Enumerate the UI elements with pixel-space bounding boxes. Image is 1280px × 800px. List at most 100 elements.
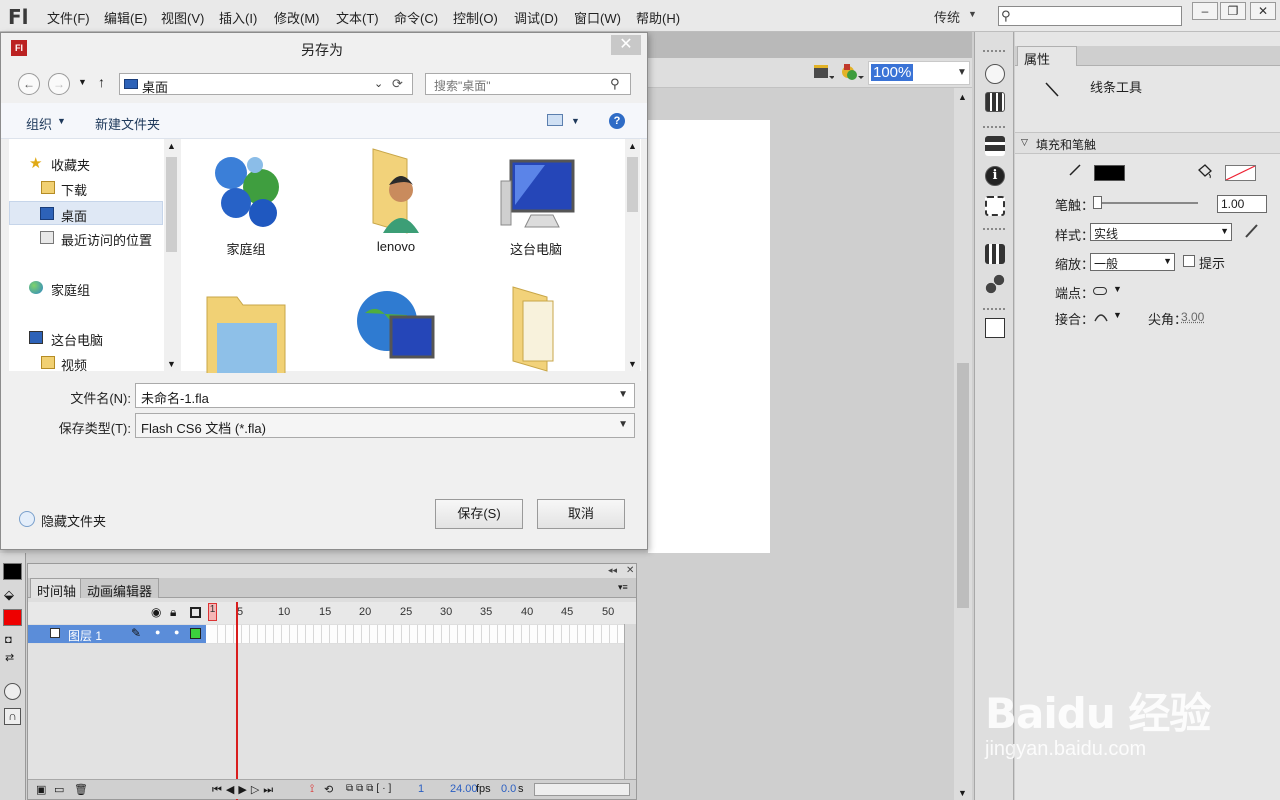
menu-view[interactable]: 视图(V) bbox=[161, 8, 204, 27]
panel-menu-icon[interactable]: ▾≡ bbox=[618, 582, 628, 593]
file-item-user[interactable]: lenovo bbox=[331, 139, 451, 257]
layer-row[interactable]: 图层 1 ✎ ● ● bbox=[28, 625, 636, 643]
motion-presets-icon[interactable] bbox=[985, 274, 1005, 294]
center-frame-icon[interactable]: ⟟ bbox=[310, 783, 314, 796]
scale-dropdown[interactable]: 一般 ▼ bbox=[1090, 253, 1175, 271]
timeline-ruler[interactable]: ◉ 🔒︎ 1 5 10 15 20 25 30 35 40 45 50 bbox=[28, 602, 636, 624]
help-search-input[interactable]: ⚲ bbox=[998, 6, 1182, 26]
new-layer-icon[interactable]: ▣ bbox=[36, 783, 46, 796]
tab-timeline[interactable]: 时间轴 bbox=[30, 578, 84, 599]
miter-value[interactable]: 3.00 bbox=[1181, 310, 1204, 324]
menu-insert[interactable]: 插入(I) bbox=[219, 8, 257, 27]
folder-search-input[interactable]: 搜索"桌面" ⚲ bbox=[425, 73, 631, 95]
menu-file[interactable]: 文件(F) bbox=[47, 8, 90, 27]
filename-value[interactable]: 未命名-1.fla bbox=[141, 391, 209, 406]
dialog-close-button[interactable]: ✕ bbox=[611, 35, 641, 55]
chevron-down-icon[interactable]: ▼ bbox=[57, 116, 66, 126]
scroll-down-icon[interactable]: ▼ bbox=[628, 359, 637, 369]
fill-color-swatch[interactable] bbox=[1225, 165, 1256, 181]
join-dropdown[interactable]: ▼ bbox=[1093, 310, 1125, 323]
filename-input[interactable]: 未命名-1.fla ▼ bbox=[135, 383, 635, 408]
horizontal-scrollbar[interactable] bbox=[534, 783, 630, 796]
current-frame[interactable]: 1 bbox=[418, 783, 424, 795]
frame-rate[interactable]: 24.00 bbox=[450, 783, 478, 795]
layer-name[interactable]: 图层 1 bbox=[68, 627, 102, 644]
frames-strip[interactable] bbox=[210, 625, 630, 643]
snap-icon[interactable]: ∩ bbox=[4, 708, 21, 725]
menu-modify[interactable]: 修改(M) bbox=[274, 8, 320, 27]
edit-stroke-style-icon[interactable] bbox=[1243, 222, 1261, 240]
swap-colors-icon[interactable]: ⇄ bbox=[5, 651, 14, 664]
nav-item-videos[interactable]: 视频 bbox=[9, 351, 163, 375]
chevron-down-icon[interactable]: ▼ bbox=[968, 9, 977, 19]
nav-item-this-pc[interactable]: 这台电脑 bbox=[9, 326, 163, 350]
back-button[interactable]: ← bbox=[18, 73, 40, 95]
file-item-this-pc[interactable]: 这台电脑 bbox=[471, 139, 591, 257]
frame-tick-current[interactable]: 1 bbox=[208, 603, 217, 621]
object-drawing-icon[interactable] bbox=[4, 683, 21, 700]
scroll-down-icon[interactable]: ▼ bbox=[167, 359, 176, 369]
panel-grip[interactable] bbox=[983, 228, 1005, 230]
symbol-icon[interactable] bbox=[840, 62, 864, 82]
menu-text[interactable]: 文本(T) bbox=[336, 8, 379, 27]
scene-icon[interactable] bbox=[812, 62, 834, 82]
zoom-value[interactable]: 100% bbox=[871, 64, 914, 81]
view-options-icon[interactable] bbox=[547, 114, 563, 126]
close-panel-icon[interactable]: ✕ bbox=[626, 565, 634, 576]
stage-vertical-scrollbar[interactable]: ▲ ▼ bbox=[954, 88, 972, 800]
library-icon[interactable] bbox=[985, 244, 1005, 264]
filetype-dropdown[interactable]: Flash CS6 文档 (*.fla) ▼ bbox=[135, 413, 635, 438]
close-button[interactable]: ✕ bbox=[1250, 2, 1276, 20]
menu-edit[interactable]: 编辑(E) bbox=[104, 8, 147, 27]
timeline-scrollbar[interactable] bbox=[624, 624, 636, 779]
file-pane-scrollbar[interactable]: ▲ ▼ bbox=[625, 139, 640, 371]
scroll-up-icon[interactable]: ▲ bbox=[958, 92, 967, 102]
search-icon[interactable]: ⚲ bbox=[610, 76, 620, 92]
stroke-color-swatch[interactable] bbox=[1094, 165, 1125, 181]
tab-properties[interactable]: 属性 bbox=[1017, 46, 1077, 67]
chevron-down-icon[interactable]: ▼ bbox=[618, 389, 628, 400]
layer-outline-color[interactable] bbox=[190, 628, 201, 639]
address-text[interactable]: 桌面 bbox=[142, 77, 168, 96]
collapse-panel-icon[interactable]: ◂◂ bbox=[608, 565, 617, 576]
chevron-down-icon[interactable]: ⌄ bbox=[374, 77, 383, 90]
style-dropdown[interactable]: 实线 ▼ bbox=[1090, 223, 1232, 241]
nav-item-downloads[interactable]: 下载 bbox=[9, 176, 163, 200]
collapse-icon[interactable]: ▽ bbox=[1021, 137, 1028, 148]
stroke-color-tool[interactable] bbox=[3, 563, 22, 580]
stroke-width-input[interactable]: 1.00 bbox=[1217, 195, 1267, 213]
nav-item-favorites[interactable]: ★ 收藏夹 bbox=[9, 151, 163, 175]
help-icon[interactable]: ? bbox=[609, 113, 625, 129]
scroll-down-icon[interactable]: ▼ bbox=[958, 788, 967, 798]
zoom-field[interactable]: 100% ▼ bbox=[868, 61, 970, 85]
new-folder-button[interactable]: 新建文件夹 bbox=[95, 114, 160, 133]
scroll-up-icon[interactable]: ▲ bbox=[628, 141, 637, 151]
playback-controls[interactable]: ⏮◀▶▷⏭ bbox=[212, 783, 277, 797]
panel-grip[interactable] bbox=[983, 308, 1005, 310]
forward-button[interactable]: → bbox=[48, 73, 70, 95]
workspace-switcher[interactable]: 传统 bbox=[934, 7, 960, 26]
nav-item-homegroup[interactable]: 家庭组 bbox=[9, 276, 163, 300]
fill-stroke-section-header[interactable]: ▽ 填充和笔触 bbox=[1015, 132, 1280, 154]
nav-pane-scrollbar[interactable]: ▲ ▼ bbox=[164, 139, 179, 371]
organize-button[interactable]: 组织 bbox=[26, 114, 52, 133]
scrollbar-thumb[interactable] bbox=[627, 157, 638, 212]
panel-grip[interactable] bbox=[983, 126, 1005, 128]
trash-icon[interactable]: 🗑︎ bbox=[74, 783, 88, 796]
info-icon[interactable]: i bbox=[985, 166, 1005, 186]
visibility-dot[interactable]: ● bbox=[155, 627, 160, 637]
onion-skin-icons[interactable]: ⧉⧉⧉[·] bbox=[346, 783, 394, 794]
menu-commands[interactable]: 命令(C) bbox=[394, 8, 438, 27]
menu-window[interactable]: 窗口(W) bbox=[574, 8, 621, 27]
file-item-homegroup[interactable]: 家庭组 bbox=[181, 139, 301, 257]
panel-grip[interactable] bbox=[983, 50, 1005, 52]
hint-checkbox[interactable] bbox=[1183, 255, 1195, 267]
scrollbar-thumb[interactable] bbox=[957, 363, 969, 608]
scroll-up-icon[interactable]: ▲ bbox=[167, 141, 176, 151]
menu-debug[interactable]: 调试(D) bbox=[514, 8, 558, 27]
stage-canvas[interactable] bbox=[648, 120, 770, 553]
loop-icon[interactable]: ⟲ bbox=[324, 783, 333, 796]
chevron-down-icon[interactable]: ▼ bbox=[957, 67, 967, 78]
scrollbar-thumb[interactable] bbox=[166, 157, 177, 252]
lock-icon[interactable]: 🔒︎ bbox=[170, 605, 176, 620]
